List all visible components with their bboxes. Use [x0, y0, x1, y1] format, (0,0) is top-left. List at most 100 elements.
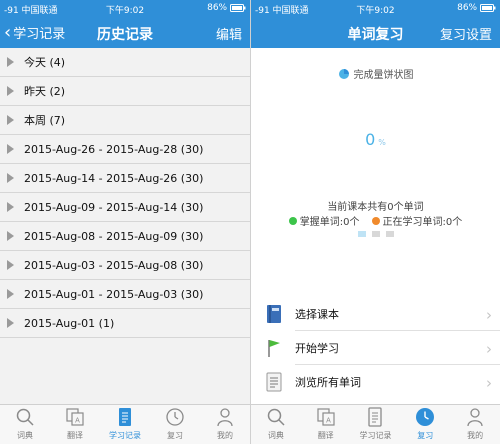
tab-mine[interactable]: 我的 — [200, 405, 250, 444]
disclosure-triangle-icon — [7, 57, 14, 67]
status-bar: -91 中国联通 下午9:02 86% — [0, 0, 250, 18]
flag-icon — [268, 340, 280, 357]
disclosure-triangle-icon — [7, 144, 14, 154]
mastered-words-text: 掌握单词:0个 — [299, 217, 360, 228]
legend-square-icon — [357, 231, 366, 237]
history-row[interactable]: 2015-Aug-01 - 2015-Aug-03 (30) — [0, 280, 250, 309]
tab-label: 我的 — [217, 431, 233, 440]
history-row-label: 本周 (7) — [24, 114, 66, 127]
tab-label: 我的 — [467, 431, 484, 440]
history-row-label: 2015-Aug-01 - 2015-Aug-03 (30) — [24, 287, 204, 301]
menu-item-browse-all-words[interactable]: 浏览所有单词 › — [251, 365, 500, 399]
tab-label: 词典 — [17, 431, 33, 440]
notes-icon — [119, 408, 131, 426]
history-row-label: 2015-Aug-26 - 2015-Aug-28 (30) — [24, 142, 204, 156]
battery-percent: 86% — [457, 3, 478, 13]
tab-translate[interactable]: A 翻译 — [301, 405, 351, 444]
history-row[interactable]: 2015-Aug-26 - 2015-Aug-28 (30) — [0, 135, 250, 164]
history-row-label: 今天 (4) — [24, 56, 66, 69]
history-screen: -91 中国联通 下午9:02 86% ‹ 学习记录 历史记录 编辑 今天 (4… — [0, 0, 250, 444]
disclosure-triangle-icon — [7, 115, 14, 125]
status-bar: -91 中国联通 下午9:02 86% — [251, 0, 500, 18]
battery-icon — [230, 3, 246, 12]
history-row[interactable]: 2015-Aug-08 - 2015-Aug-09 (30) — [0, 222, 250, 251]
nav-bar: 单词复习 复习设置 — [251, 18, 500, 48]
history-row[interactable]: 2015-Aug-03 - 2015-Aug-08 (30) — [0, 251, 250, 280]
learning-dot-icon — [371, 216, 380, 225]
menu-item-label: 选择课本 — [295, 308, 339, 321]
nav-bar: ‹ 学习记录 历史记录 编辑 — [0, 18, 250, 48]
history-row[interactable]: 昨天 (2) — [0, 77, 250, 106]
person-icon — [217, 408, 233, 427]
review-menu: 选择课本 › 开始学习 › 浏览所有单词 › — [251, 297, 500, 399]
battery-icon — [480, 3, 496, 12]
legend-squares — [251, 231, 500, 237]
tab-review[interactable]: 复习 — [150, 405, 200, 444]
history-row[interactable]: 2015-Aug-09 - 2015-Aug-14 (30) — [0, 193, 250, 222]
tab-translate[interactable]: A 翻译 — [50, 405, 100, 444]
history-row-label: 2015-Aug-14 - 2015-Aug-26 (30) — [24, 171, 204, 185]
tab-dictionary[interactable]: 词典 — [0, 405, 50, 444]
clock-icon — [166, 408, 184, 426]
history-row[interactable]: 本周 (7) — [0, 106, 250, 135]
history-row-label: 2015-Aug-08 - 2015-Aug-09 (30) — [24, 229, 204, 243]
legend-square-icon — [371, 231, 380, 237]
mastered-dot-icon — [288, 216, 297, 225]
chevron-right-icon: › — [486, 306, 492, 324]
tab-review[interactable]: 复习 — [400, 405, 450, 444]
disclosure-triangle-icon — [7, 86, 14, 96]
disclosure-triangle-icon — [7, 173, 14, 183]
translate-icon: A — [317, 408, 335, 426]
tab-label: 复习 — [417, 431, 434, 440]
translate-icon: A — [66, 408, 84, 426]
battery-indicator: 86% — [207, 3, 246, 13]
history-row[interactable]: 2015-Aug-14 - 2015-Aug-26 (30) — [0, 164, 250, 193]
tab-label: 学习记录 — [359, 431, 392, 440]
edit-button[interactable]: 编辑 — [216, 24, 242, 43]
review-screen: -91 中国联通 下午9:02 86% 单词复习 复习设置 完成量饼状图 0% … — [251, 0, 500, 444]
percent-unit: % — [378, 138, 386, 147]
tab-label: 学习记录 — [109, 431, 141, 440]
chevron-right-icon: › — [486, 374, 492, 392]
tab-study-records[interactable]: 学习记录 — [351, 405, 401, 444]
percent-value: 0 — [365, 130, 376, 149]
tab-label: 翻译 — [317, 431, 334, 440]
menu-item-start-learning[interactable]: 开始学习 › — [251, 331, 500, 365]
tab-dictionary[interactable]: 词典 — [251, 405, 301, 444]
legend-square-icon — [385, 231, 394, 237]
chart-legend: 掌握单词:0个 正在学习单词:0个 — [251, 213, 500, 228]
page-title: 历史记录 — [97, 27, 153, 43]
total-words-text: 当前课本共有0个单词 — [327, 202, 424, 213]
search-icon — [16, 408, 34, 426]
battery-percent: 86% — [207, 3, 228, 13]
notes-icon — [368, 407, 383, 427]
menu-item-choose-textbook[interactable]: 选择课本 › — [251, 297, 500, 331]
disclosure-triangle-icon — [7, 318, 14, 328]
list-icon — [266, 372, 282, 392]
disclosure-triangle-icon — [7, 260, 14, 270]
review-settings-button[interactable]: 复习设置 — [440, 24, 492, 43]
tab-study-records[interactable]: 学习记录 — [100, 405, 150, 444]
disclosure-triangle-icon — [7, 231, 14, 241]
clock-icon — [416, 408, 435, 426]
completion-percent: 0% — [251, 130, 500, 149]
search-icon — [267, 408, 285, 426]
tab-label: 复习 — [167, 431, 183, 440]
tab-label: 翻译 — [67, 431, 83, 440]
disclosure-triangle-icon — [7, 202, 14, 212]
history-row-label: 昨天 (2) — [24, 85, 66, 98]
svg-text:A: A — [75, 418, 80, 425]
history-row-label: 2015-Aug-09 - 2015-Aug-14 (30) — [24, 200, 204, 214]
pie-chart-title: 完成量饼状图 — [251, 66, 500, 81]
history-row[interactable]: 今天 (4) — [0, 48, 250, 77]
pie-chart-title-text: 完成量饼状图 — [353, 70, 414, 81]
tab-bar: 词典 A 翻译 学习记录 复习 我的 — [0, 404, 250, 444]
pie-chart-icon — [338, 68, 349, 79]
tab-mine[interactable]: 我的 — [450, 405, 500, 444]
disclosure-triangle-icon — [7, 289, 14, 299]
chevron-right-icon: › — [486, 340, 492, 358]
history-row[interactable]: 2015-Aug-01 (1) — [0, 309, 250, 338]
book-icon — [267, 305, 281, 323]
history-row-label: 2015-Aug-01 (1) — [24, 316, 115, 330]
menu-item-label: 开始学习 — [295, 342, 339, 355]
